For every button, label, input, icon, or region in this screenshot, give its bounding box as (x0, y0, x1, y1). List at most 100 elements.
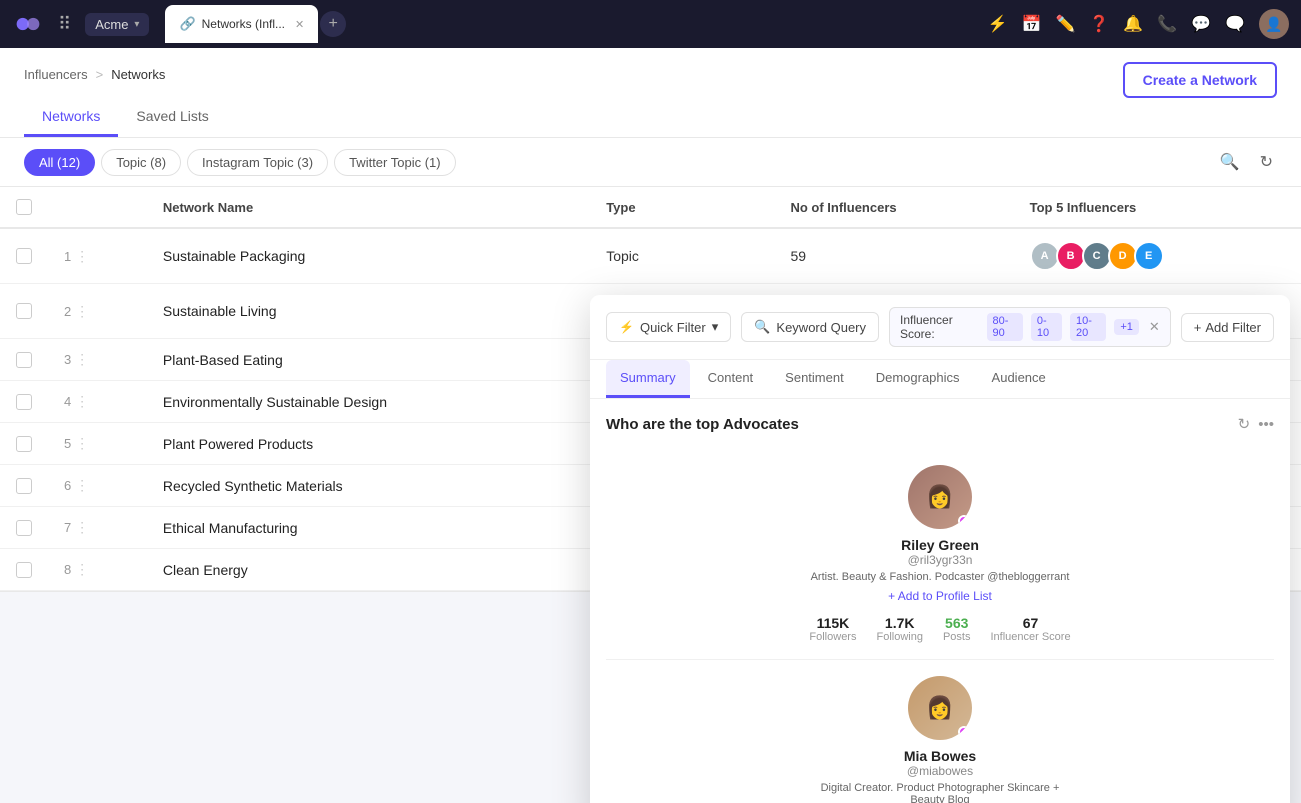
chevron-down-icon: ▾ (134, 19, 139, 30)
advocate-1-avatar: 👩 (908, 465, 972, 529)
table-row[interactable]: 1 ⋮Sustainable PackagingTopic59ABCDE (0, 228, 1301, 284)
drag-handle-icon[interactable]: ⋮ (75, 393, 89, 409)
quick-filter-button[interactable]: ⚡ Quick Filter ▾ (606, 312, 731, 342)
score-tag-4[interactable]: +1 (1114, 319, 1139, 335)
advocate-card-2: 👩 Mia Bowes @miabowes Digital Creator. P… (606, 660, 1274, 803)
filter-tab-twitter[interactable]: Twitter Topic (1) (334, 149, 456, 176)
score-filter-label: Influencer Score: (900, 313, 979, 341)
row-checkbox[interactable] (16, 352, 32, 368)
phone-icon[interactable]: 📞 (1157, 14, 1177, 34)
row-checkbox[interactable] (16, 478, 32, 494)
app-switcher[interactable]: Acme ▾ (85, 13, 149, 36)
select-all-checkbox[interactable] (16, 199, 32, 215)
influencer-avatar[interactable]: E (1134, 241, 1164, 271)
drag-handle-icon[interactable]: ⋮ (75, 351, 89, 367)
keyword-label: Keyword Query (776, 320, 866, 335)
app-logo[interactable] (12, 8, 44, 40)
keyword-query-button[interactable]: 🔍 Keyword Query (741, 312, 879, 342)
status-dot (958, 515, 970, 527)
score-tag-3[interactable]: 10-20 (1070, 313, 1106, 341)
filter-tabs: All (12) Topic (8) Instagram Topic (3) T… (24, 149, 456, 176)
filter-actions: 🔍 ↻ (1216, 148, 1277, 176)
network-name: Recycled Synthetic Materials (163, 478, 343, 494)
row-checkbox[interactable] (16, 436, 32, 452)
panel-tab-audience[interactable]: Audience (978, 360, 1060, 398)
score-tag-1[interactable]: 80-90 (987, 313, 1023, 341)
drag-handle-icon[interactable]: ⋮ (75, 561, 89, 577)
filter-tab-instagram[interactable]: Instagram Topic (3) (187, 149, 328, 176)
chat-icon[interactable]: 💬 (1191, 14, 1211, 34)
refresh-icon[interactable]: ↻ (1256, 148, 1277, 176)
more-options-icon[interactable]: ••• (1258, 415, 1274, 433)
network-type: Topic (590, 228, 774, 284)
grid-icon[interactable]: ⠿ (52, 10, 77, 39)
lightning-icon[interactable]: ⚡ (988, 14, 1008, 34)
panel-tab-demographics[interactable]: Demographics (862, 360, 974, 398)
col-influencers: No of Influencers (774, 187, 1013, 228)
stat-posts: 563 Posts (943, 615, 971, 643)
col-type: Type (590, 187, 774, 228)
search-icon[interactable]: 🔍 (1216, 148, 1244, 176)
row-number: 6 (64, 478, 71, 493)
tab-networks[interactable]: Networks (24, 98, 118, 137)
row-checkbox[interactable] (16, 303, 32, 319)
pencil-icon[interactable]: ✏️ (1055, 14, 1075, 34)
breadcrumb-sep: > (96, 67, 104, 82)
panel-tab-content[interactable]: Content (694, 360, 768, 398)
topbar-actions: ⚡ 📅 ✏️ ❓ 🔔 📞 💬 🗨️ 👤 (988, 9, 1289, 39)
breadcrumb: Influencers > Networks (24, 67, 165, 82)
add-to-list-link-1[interactable]: + Add to Profile List (888, 589, 992, 603)
header-row: Influencers > Networks Create a Network (24, 62, 1277, 98)
filter-tab-all[interactable]: All (12) (24, 149, 95, 176)
quick-filter-chevron: ▾ (712, 319, 719, 335)
row-number: 2 (64, 304, 71, 319)
create-network-button[interactable]: Create a Network (1123, 62, 1277, 98)
drag-handle-icon[interactable]: ⋮ (75, 477, 89, 493)
new-tab-button[interactable]: + (320, 11, 346, 37)
status-dot-2 (958, 726, 970, 738)
row-checkbox[interactable] (16, 248, 32, 264)
network-name: Sustainable Packaging (163, 248, 305, 264)
advocate-1-bio: Artist. Beauty & Fashion. Podcaster @the… (811, 571, 1070, 583)
user-avatar[interactable]: 👤 (1259, 9, 1289, 39)
panel-tab-sentiment[interactable]: Sentiment (771, 360, 858, 398)
row-checkbox[interactable] (16, 394, 32, 410)
tab-icon: 🔗 (179, 16, 195, 32)
add-filter-button[interactable]: + Add Filter (1181, 313, 1274, 342)
score-tag-2[interactable]: 0-10 (1031, 313, 1062, 341)
calendar-icon[interactable]: 📅 (1022, 14, 1042, 34)
active-tab[interactable]: 🔗 Networks (Infl... ✕ (165, 5, 318, 43)
col-checkbox (0, 187, 48, 228)
panel-tab-summary[interactable]: Summary (606, 360, 690, 398)
drag-handle-icon[interactable]: ⋮ (75, 303, 89, 319)
stat-score-val: 67 (1023, 615, 1039, 631)
top-influencers-avatars: ABCDE (1030, 241, 1285, 271)
tab-saved-lists[interactable]: Saved Lists (118, 98, 226, 137)
filter-tab-topic[interactable]: Topic (8) (101, 149, 181, 176)
tab-close-icon[interactable]: ✕ (295, 18, 304, 31)
tab-label: Networks (Infl... (202, 17, 285, 31)
row-number: 4 (64, 394, 71, 409)
advocate-2-name: Mia Bowes (904, 748, 976, 764)
section-title: Who are the top Advocates ↻ ••• (606, 415, 1274, 433)
table-header-row: Network Name Type No of Influencers Top … (0, 187, 1301, 228)
help-icon[interactable]: ❓ (1089, 14, 1109, 34)
drag-handle-icon[interactable]: ⋮ (75, 519, 89, 535)
drag-handle-icon[interactable]: ⋮ (75, 435, 89, 451)
quick-filter-label: Quick Filter (640, 320, 706, 335)
network-name: Plant Powered Products (163, 436, 313, 452)
refresh-icon[interactable]: ↻ (1238, 415, 1251, 433)
col-drag (48, 187, 147, 228)
stat-posts-label: Posts (943, 631, 971, 643)
score-clear-button[interactable]: ✕ (1149, 319, 1160, 335)
row-number: 5 (64, 436, 71, 451)
row-checkbox[interactable] (16, 520, 32, 536)
row-checkbox[interactable] (16, 562, 32, 578)
search-icon-small: 🔍 (754, 319, 770, 335)
bell-icon[interactable]: 🔔 (1123, 14, 1143, 34)
section-title-text: Who are the top Advocates (606, 416, 799, 433)
browser-tabs: 🔗 Networks (Infl... ✕ + (165, 5, 979, 43)
drag-handle-icon[interactable]: ⋮ (75, 248, 89, 264)
breadcrumb-parent[interactable]: Influencers (24, 67, 88, 82)
message-icon[interactable]: 🗨️ (1225, 14, 1245, 34)
